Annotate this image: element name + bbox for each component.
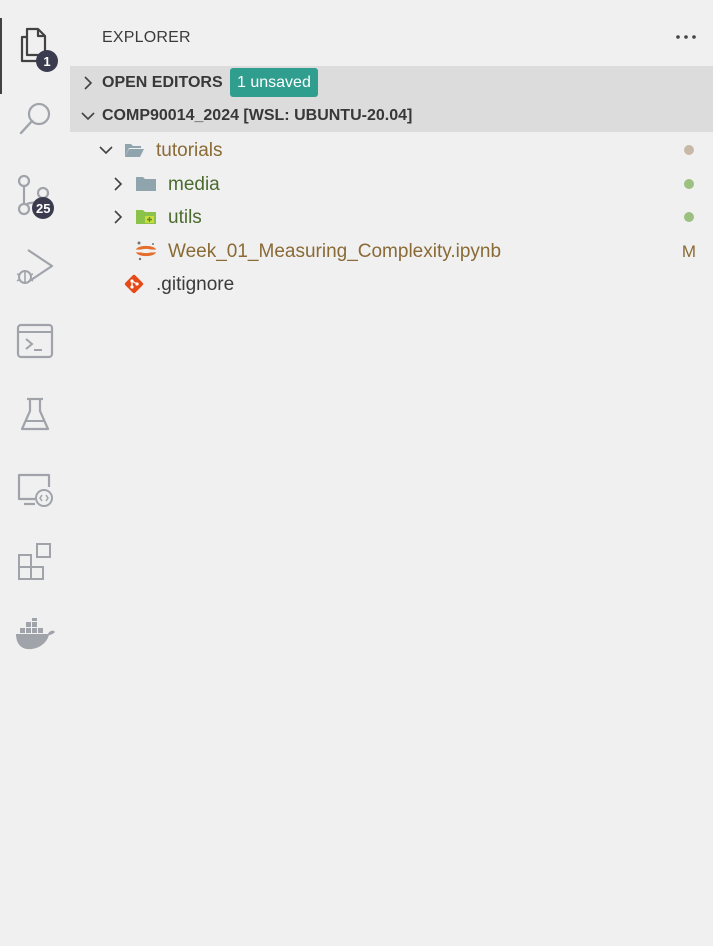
tree-item-label: media xyxy=(168,174,220,195)
chevron-down-icon xyxy=(99,146,113,155)
run-debug-activity-button[interactable] xyxy=(0,232,70,302)
jupyter-icon xyxy=(135,241,157,261)
terminal-activity-button[interactable] xyxy=(0,306,70,376)
chevron-right-icon xyxy=(114,210,123,224)
open-editors-label: OPEN EDITORS xyxy=(102,73,223,91)
remote-explorer-activity-button[interactable] xyxy=(0,454,70,524)
git-status-badge: M xyxy=(681,242,696,261)
git-icon xyxy=(124,274,144,294)
activity-bar: 1 25 xyxy=(0,0,70,946)
status-dot xyxy=(684,179,694,189)
extensions-activity-button[interactable] xyxy=(0,526,70,596)
testing-activity-button[interactable] xyxy=(0,380,70,450)
tree-item-media[interactable]: media xyxy=(70,167,713,200)
explorer-badge: 1 xyxy=(36,50,58,72)
source-control-activity-button[interactable]: 25 xyxy=(0,160,70,230)
tree-item-notebook[interactable]: Week_01_Measuring_Complexity.ipynb M xyxy=(70,234,713,267)
search-icon xyxy=(19,102,51,135)
status-dot xyxy=(684,145,694,155)
open-editors-header[interactable]: OPEN EDITORS 1 unsaved xyxy=(70,66,713,99)
search-activity-button[interactable] xyxy=(0,84,70,154)
explorer-sidebar: EXPLORER OPEN EDITORS 1 unsaved COMP9001… xyxy=(70,0,713,946)
ellipsis-icon xyxy=(676,35,696,39)
tree-item-label: Week_01_Measuring_Complexity.ipynb xyxy=(168,241,502,262)
tree-item-label: .gitignore xyxy=(156,274,235,295)
folder-utils-icon xyxy=(136,210,156,224)
vscode-window: 1 25 EXPLORER OPEN EDITORS 1 unsaved COM… xyxy=(0,0,713,946)
more-actions-button[interactable] xyxy=(673,24,699,50)
extensions-icon xyxy=(18,543,51,580)
explorer-activity-button[interactable]: 1 xyxy=(0,10,70,94)
tree-item-label: tutorials xyxy=(156,140,223,161)
chevron-right-icon xyxy=(114,177,123,191)
remote-explorer-icon xyxy=(17,473,53,507)
workspace-label: COMP90014_2024 [WSL: UBUNTU-20.04] xyxy=(102,106,413,124)
folder-icon xyxy=(136,177,156,191)
tree-item-tutorials[interactable]: tutorials xyxy=(70,133,713,166)
sidebar-title: EXPLORER xyxy=(102,29,191,46)
terminal-icon xyxy=(16,323,54,359)
docker-icon xyxy=(16,618,55,650)
chevron-right-icon xyxy=(84,76,93,90)
chevron-down-icon xyxy=(81,112,95,121)
tree-item-utils[interactable]: utils xyxy=(70,200,713,233)
status-dot xyxy=(684,212,694,222)
tree-item-label: utils xyxy=(168,207,202,228)
tree-item-gitignore[interactable]: .gitignore xyxy=(70,267,713,300)
unsaved-badge: 1 unsaved xyxy=(230,68,318,97)
run-debug-icon xyxy=(16,249,54,284)
testing-icon xyxy=(20,397,50,431)
workspace-header[interactable]: COMP90014_2024 [WSL: UBUNTU-20.04] xyxy=(70,99,713,132)
folder-open-icon xyxy=(125,144,144,157)
docker-activity-button[interactable] xyxy=(0,600,70,670)
